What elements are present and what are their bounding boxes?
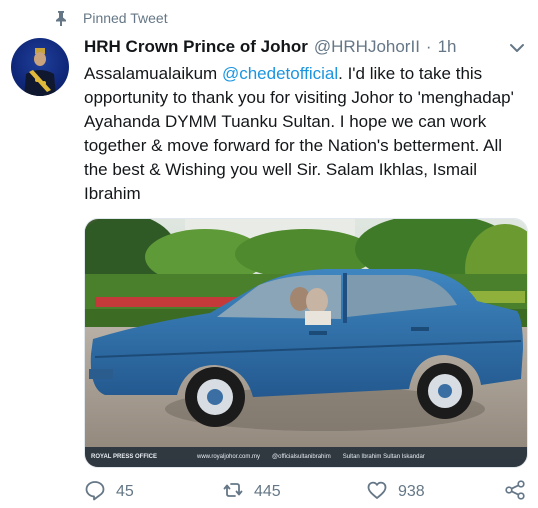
- retweet-icon: [222, 479, 254, 506]
- pin-icon: [54, 10, 68, 27]
- watermark-instagram: @officialsultanibrahim: [272, 454, 331, 460]
- tweet-text-start: Assalamualaikum: [84, 64, 222, 83]
- chevron-down-icon[interactable]: [509, 41, 525, 53]
- reply-icon: [84, 479, 116, 506]
- watermark-royal-press: ROYAL PRESS OFFICE: [91, 454, 158, 460]
- reply-button[interactable]: 45: [84, 480, 134, 504]
- like-count: 938: [398, 483, 425, 500]
- display-name[interactable]: HRH Crown Prince of Johor: [84, 37, 308, 57]
- share-button[interactable]: [504, 479, 536, 506]
- retweet-button[interactable]: 445: [222, 480, 281, 504]
- like-icon: [366, 479, 398, 506]
- tweet-header: HRH Crown Prince of Johor @HRHJohorII · …: [84, 36, 522, 58]
- reply-count: 45: [116, 483, 134, 500]
- tweet-text-rest: . I'd like to take this opportunity to t…: [84, 64, 514, 203]
- user-handle[interactable]: @HRHJohorII: [314, 37, 420, 57]
- tweet-photo[interactable]: ROYAL PRESS OFFICE www.royaljohor.com.my…: [84, 218, 528, 468]
- tweet-actions: 45 445 938: [84, 479, 530, 504]
- pinned-label: Pinned Tweet: [83, 10, 168, 26]
- avatar[interactable]: [11, 38, 69, 96]
- share-icon: [504, 479, 536, 506]
- watermark-site: www.royaljohor.com.my: [197, 454, 261, 460]
- tweet-text: Assalamualaikum @chedetofficial. I'd lik…: [84, 62, 530, 206]
- mention-link[interactable]: @chedetofficial: [222, 64, 338, 83]
- retweet-count: 445: [254, 483, 281, 500]
- watermark-facebook: Sultan Ibrahim Sultan Iskandar: [342, 454, 425, 460]
- separator-dot: ·: [425, 37, 432, 56]
- like-button[interactable]: 938: [366, 480, 425, 504]
- tweet-timestamp[interactable]: 1h: [438, 37, 457, 57]
- pinned-indicator: Pinned Tweet: [54, 9, 168, 27]
- watermark-bar: ROYAL PRESS OFFICE www.royaljohor.com.my…: [91, 451, 523, 463]
